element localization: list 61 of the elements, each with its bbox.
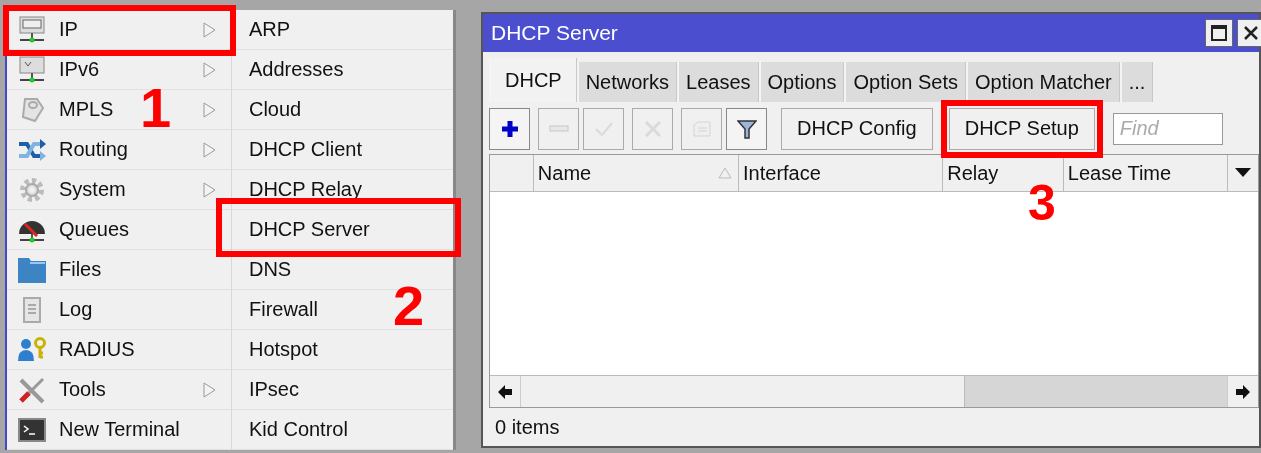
- window-title: DHCP Server: [491, 21, 618, 45]
- toolbar-button[interactable]: DHCP Config: [781, 107, 933, 150]
- right-arrow-icon: [1236, 384, 1250, 399]
- maximize-button[interactable]: [1205, 19, 1233, 47]
- step-number: 1: [140, 80, 172, 136]
- horizontal-scrollbar[interactable]: [490, 375, 1258, 407]
- menu-item[interactable]: Files: [59, 258, 102, 281]
- submenu-item[interactable]: Firewall: [248, 298, 318, 321]
- maximize-icon: [1211, 25, 1227, 41]
- monitor-icon: [17, 55, 47, 84]
- submenu-item[interactable]: Cloud: [248, 98, 302, 121]
- submenu-item[interactable]: Hotspot: [248, 338, 318, 361]
- menu-item[interactable]: Log: [59, 298, 93, 321]
- scrollbar-thumb[interactable]: [964, 376, 1227, 407]
- submenu-item[interactable]: Kid Control: [248, 418, 348, 441]
- left-arrow-icon: [498, 384, 512, 399]
- submenu-item[interactable]: DHCP Client: [248, 138, 362, 161]
- menu-item[interactable]: System: [59, 178, 126, 201]
- tab[interactable]: Networks: [576, 62, 678, 102]
- item-count: 0 items: [495, 415, 560, 439]
- menu-item[interactable]: RADIUS: [59, 338, 135, 361]
- column-header[interactable]: Interface: [739, 155, 944, 191]
- monitor-icon: [17, 15, 47, 44]
- minus-icon: [548, 125, 569, 132]
- step-number: 2: [393, 278, 425, 334]
- plus-icon: [499, 118, 520, 139]
- filter-button[interactable]: [726, 107, 767, 150]
- tab[interactable]: ...: [1119, 62, 1154, 102]
- submenu-item[interactable]: IPsec: [248, 378, 299, 401]
- column-header[interactable]: Name: [533, 155, 740, 191]
- tab[interactable]: Option Matcher: [966, 62, 1120, 102]
- menu-item[interactable]: IPv6: [59, 58, 100, 81]
- menu-item[interactable]: Queues: [59, 218, 130, 241]
- note-icon: [691, 118, 712, 139]
- close-button[interactable]: [1237, 19, 1261, 47]
- tab[interactable]: Leases: [677, 62, 759, 102]
- menu-item[interactable]: Tools: [59, 378, 106, 401]
- user-key-icon: [17, 335, 47, 364]
- toolbar-button[interactable]: DHCP Setup: [948, 107, 1095, 150]
- submenu-item[interactable]: DHCP Server: [248, 218, 370, 241]
- tab[interactable]: Options: [758, 62, 845, 102]
- column-header[interactable]: Lease Time: [1063, 155, 1229, 191]
- folder-icon: [17, 255, 47, 284]
- submenu-item[interactable]: DNS: [248, 258, 292, 281]
- gear-icon: [17, 175, 47, 204]
- submenu-item[interactable]: Addresses: [248, 58, 344, 81]
- tab[interactable]: DHCP: [489, 58, 577, 102]
- close-icon: [1243, 25, 1259, 41]
- tab[interactable]: Option Sets: [844, 62, 966, 102]
- menu-item[interactable]: IP: [59, 18, 78, 41]
- add-button[interactable]: [489, 107, 530, 150]
- filter-icon: [736, 118, 757, 139]
- menu-item[interactable]: Routing: [59, 138, 128, 161]
- menu-item[interactable]: MPLS: [59, 98, 114, 121]
- terminal-icon: [17, 415, 47, 444]
- submenu-item[interactable]: DHCP Relay: [248, 178, 362, 201]
- find-field[interactable]: Find: [1112, 112, 1223, 145]
- menu-item[interactable]: New Terminal: [59, 418, 180, 441]
- wrench-screwdriver-icon: [17, 375, 47, 404]
- dropdown-triangle-icon: [1235, 168, 1252, 178]
- submenu-item[interactable]: ARP: [248, 18, 291, 41]
